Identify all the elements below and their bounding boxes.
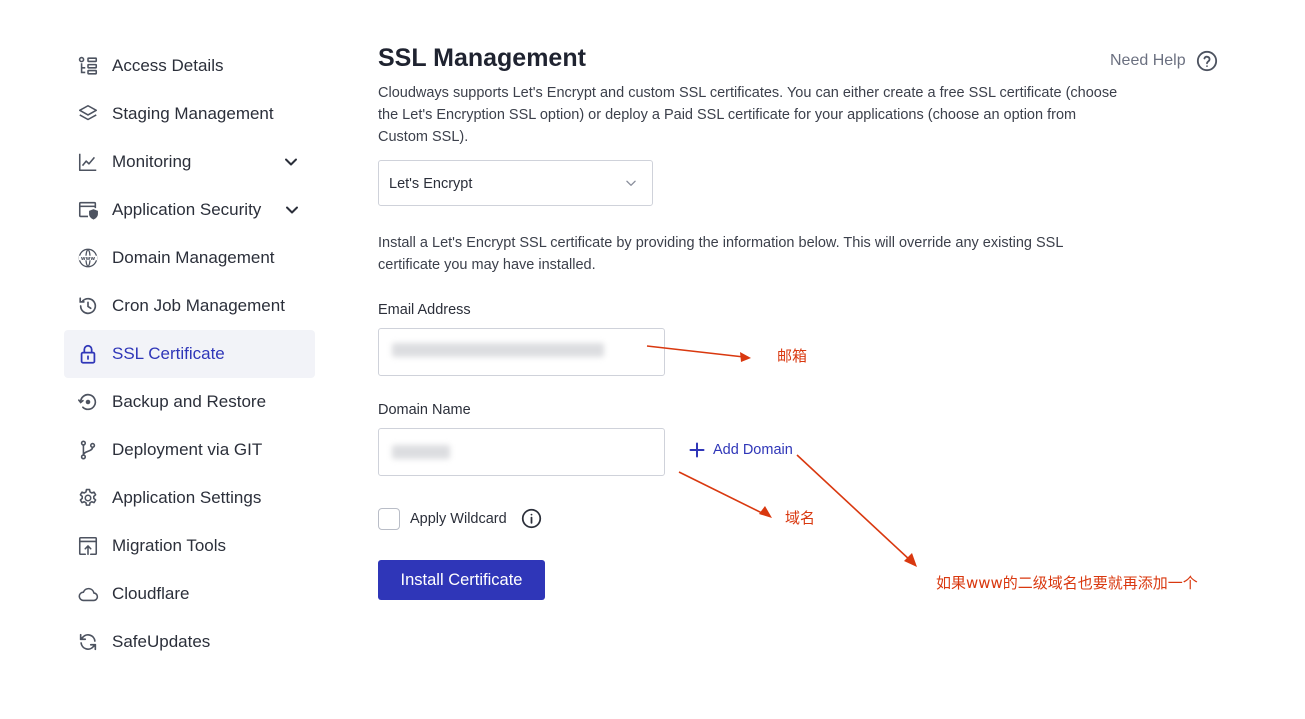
sidebar-item-ssl-certificate[interactable]: SSL Certificate — [64, 330, 315, 378]
sidebar-item-staging-management[interactable]: Staging Management — [64, 90, 315, 138]
redacted-email-overlay — [392, 343, 604, 357]
sidebar-item-label: Staging Management — [112, 104, 274, 123]
sidebar-item-label: Application Security — [112, 200, 262, 219]
sidebar-item-deployment-via-git[interactable]: Deployment via GIT — [64, 426, 315, 474]
add-domain-label: Add Domain — [713, 442, 793, 458]
www-globe-icon: www — [76, 246, 100, 270]
refresh-icon — [76, 630, 100, 654]
sidebar-item-label: Application Settings — [112, 488, 262, 507]
email-label: Email Address — [378, 302, 471, 318]
sidebar-item-label: Domain Management — [112, 248, 275, 267]
sidebar-item-label: SafeUpdates — [112, 632, 211, 651]
sidebar: Access Details Staging Management Monito… — [64, 42, 315, 666]
lock-icon — [76, 342, 100, 366]
sidebar-item-backup-and-restore[interactable]: Backup and Restore — [64, 378, 315, 426]
apply-wildcard-label: Apply Wildcard — [410, 511, 507, 527]
sidebar-item-monitoring[interactable]: Monitoring — [64, 138, 315, 186]
page-title: SSL Management — [378, 44, 586, 72]
sidebar-item-safeupdates[interactable]: SafeUpdates — [64, 618, 315, 666]
chevron-down-icon — [626, 180, 636, 186]
redacted-domain-overlay — [392, 445, 450, 459]
add-domain-button[interactable]: Add Domain — [689, 442, 793, 458]
sidebar-item-label: Cron Job Management — [112, 296, 285, 315]
sidebar-item-label: Access Details — [112, 56, 224, 75]
upload-window-icon — [76, 534, 100, 558]
gear-icon — [76, 486, 100, 510]
sidebar-item-migration-tools[interactable]: Migration Tools — [64, 522, 315, 570]
sidebar-item-label: Cloudflare — [112, 584, 190, 603]
sidebar-item-domain-management[interactable]: www Domain Management — [64, 234, 315, 282]
layers-icon — [76, 102, 100, 126]
arrowhead — [904, 553, 917, 567]
sidebar-item-label: SSL Certificate — [112, 344, 225, 363]
ssl-management-page: Access Details Staging Management Monito… — [0, 0, 1305, 719]
sidebar-item-application-security[interactable]: Application Security — [64, 186, 315, 234]
git-branch-icon — [76, 438, 100, 462]
add-domain-annotation: 如果www的二级域名也要就再添加一个 — [936, 574, 1198, 592]
arrow-to-domain-note — [678, 471, 767, 516]
apply-wildcard-checkbox[interactable] — [378, 508, 400, 530]
history-clock-icon — [76, 294, 100, 318]
sidebar-item-cloudflare[interactable]: Cloudflare — [64, 570, 315, 618]
plus-icon — [689, 442, 705, 458]
sidebar-item-label: Monitoring — [112, 152, 192, 171]
sidebar-item-cron-job-management[interactable]: Cron Job Management — [64, 282, 315, 330]
info-icon[interactable] — [521, 508, 542, 529]
sidebar-item-label: Deployment via GIT — [112, 440, 263, 459]
window-shield-icon — [76, 198, 100, 222]
question-circle-icon — [1196, 50, 1217, 72]
restore-icon — [76, 390, 100, 414]
chevron-down-icon[interactable] — [281, 152, 301, 172]
line-chart-icon — [76, 150, 100, 174]
list-details-icon — [76, 54, 100, 78]
ssl-type-select[interactable]: Let's Encrypt — [378, 160, 653, 206]
arrowhead — [759, 506, 772, 518]
need-help-link[interactable]: Need Help — [1110, 50, 1218, 72]
sidebar-item-label: Backup and Restore — [112, 392, 267, 411]
chevron-down-icon[interactable] — [282, 200, 302, 220]
sidebar-item-application-settings[interactable]: Application Settings — [64, 474, 315, 522]
arrowhead — [740, 352, 751, 362]
ssl-type-selected-value: Let's Encrypt — [389, 176, 473, 192]
domain-label: Domain Name — [378, 402, 471, 418]
sidebar-item-label: Migration Tools — [112, 536, 227, 555]
cloud-icon — [76, 582, 100, 606]
need-help-label: Need Help — [1110, 52, 1186, 69]
domain-annotation: 域名 — [785, 509, 816, 527]
email-annotation: 邮箱 — [777, 347, 808, 365]
ssl-description: Cloudways supports Let's Encrypt and cus… — [378, 85, 1118, 145]
install-info-text: Install a Let's Encrypt SSL certificate … — [378, 235, 1063, 273]
svg-text:www: www — [81, 256, 95, 262]
install-certificate-button[interactable]: Install Certificate — [378, 560, 545, 600]
sidebar-item-access-details[interactable]: Access Details — [64, 42, 315, 90]
